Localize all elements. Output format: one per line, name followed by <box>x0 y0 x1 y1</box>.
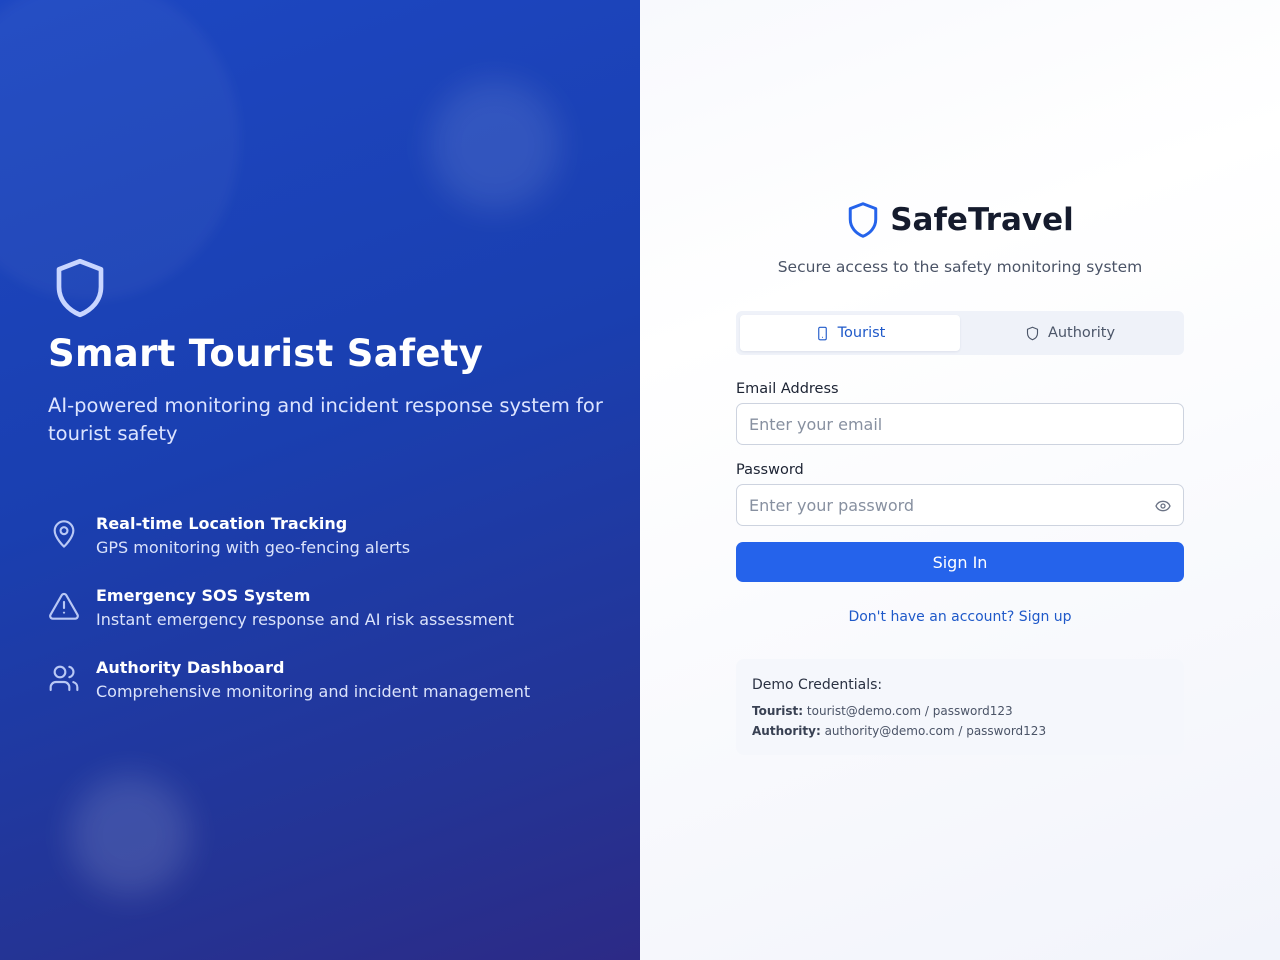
feature-title: Real-time Location Tracking <box>96 514 348 533</box>
signup-row: Don't have an account? Sign up <box>736 609 1184 625</box>
demo-credentials-box: Demo Credentials: Tourist: tourist@demo.… <box>736 659 1184 755</box>
shield-icon <box>56 258 104 318</box>
decorative-blob <box>430 80 560 210</box>
brand: SafeTravel <box>736 198 1184 242</box>
password-field-wrapper <box>736 484 1184 526</box>
login-panel: SafeTravel Secure access to the safety m… <box>640 0 1280 960</box>
brand-tagline: Secure access to the safety monitoring s… <box>777 258 1143 276</box>
demo-tourist-value: tourist@demo.com / password123 <box>806 704 1013 718</box>
password-label: Password <box>736 462 804 478</box>
map-pin-icon <box>53 520 75 548</box>
feature-title: Emergency SOS System <box>96 586 311 605</box>
feature-item: Authority Dashboard Comprehensive monito… <box>48 656 530 728</box>
role-tabs: Tourist Authority <box>736 311 1184 355</box>
shield-icon <box>848 202 878 238</box>
hero-title: Smart Tourist Safety <box>48 332 484 375</box>
sign-in-button[interactable]: Sign In <box>736 542 1184 582</box>
email-label: Email Address <box>736 381 839 397</box>
tab-tourist[interactable]: Tourist <box>740 315 960 351</box>
password-field[interactable] <box>737 485 1183 525</box>
hero-panel: Smart Tourist Safety AI-powered monitori… <box>0 0 640 960</box>
email-field-wrapper <box>736 403 1184 445</box>
feature-description: GPS monitoring with geo-fencing alerts <box>96 538 411 557</box>
hero-subtitle: AI-powered monitoring and incident respo… <box>48 394 603 445</box>
demo-tourist-line: Tourist: tourist@demo.com / password123 <box>752 705 1168 717</box>
demo-tourist-label: Tourist: <box>752 704 804 718</box>
shield-icon <box>1026 326 1038 340</box>
demo-credentials-title: Demo Credentials: <box>752 677 883 693</box>
feature-list: Real-time Location Tracking GPS monitori… <box>48 512 530 728</box>
tab-authority[interactable]: Authority <box>960 315 1180 351</box>
decorative-blob <box>70 775 190 895</box>
feature-item: Real-time Location Tracking GPS monitori… <box>48 512 530 584</box>
feature-item: Emergency SOS System Instant emergency r… <box>48 584 530 656</box>
tab-label: Tourist <box>837 325 886 341</box>
email-field[interactable] <box>737 404 1183 444</box>
alert-triangle-icon <box>49 592 79 620</box>
tab-label: Authority <box>1047 325 1116 341</box>
feature-title: Authority Dashboard <box>96 658 285 677</box>
signup-link[interactable]: Don't have an account? Sign up <box>848 609 1071 625</box>
users-icon <box>49 665 79 692</box>
feature-description: Comprehensive monitoring and incident ma… <box>96 682 531 701</box>
brand-name: SafeTravel <box>890 202 1074 238</box>
demo-authority-line: Authority: authority@demo.com / password… <box>752 725 1168 737</box>
smartphone-icon <box>817 326 827 340</box>
login-form: SafeTravel Secure access to the safety m… <box>736 198 1184 755</box>
decorative-blob <box>0 0 240 300</box>
demo-authority-value: authority@demo.com / password123 <box>824 724 1047 738</box>
eye-icon[interactable] <box>1155 498 1171 514</box>
demo-authority-label: Authority: <box>752 724 821 738</box>
feature-description: Instant emergency response and AI risk a… <box>96 610 515 629</box>
